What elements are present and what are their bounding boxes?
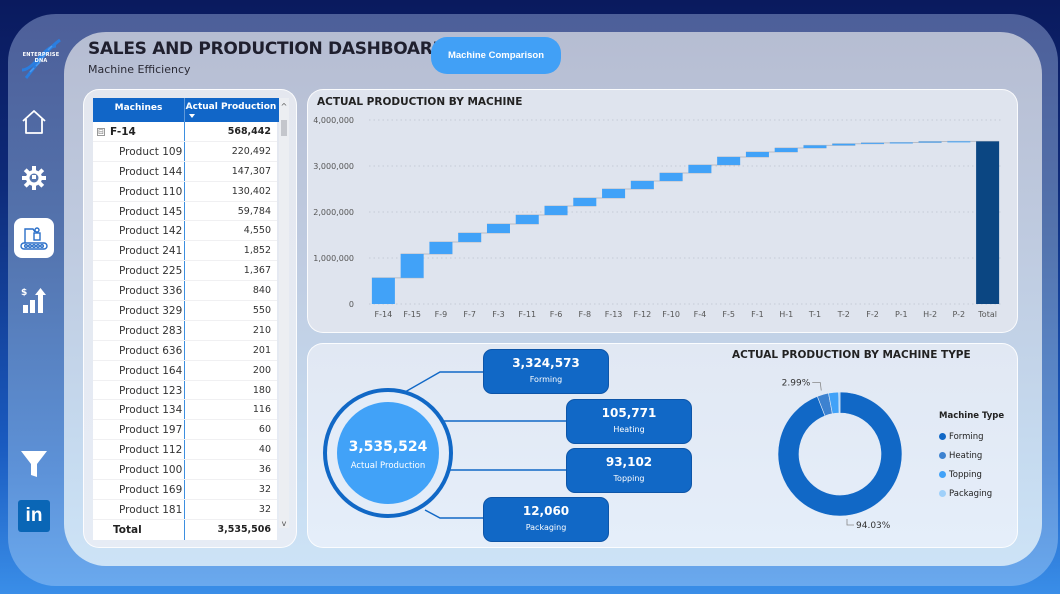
donut-percent-label: 2.99% <box>782 379 811 389</box>
donut-slice-packaging[interactable] <box>838 391 841 414</box>
donut-chart: 94.03% 2.99% <box>777 379 903 531</box>
kpi-heating-value: 105,771 <box>601 406 657 420</box>
legend-item-topping[interactable]: Topping <box>939 465 1004 484</box>
legend-title: Machine Type <box>939 411 1005 421</box>
donut-leader-line <box>846 519 854 526</box>
legend-item-forming[interactable]: Forming <box>939 427 1004 446</box>
legend-label: Packaging <box>949 488 993 499</box>
kpi-packaging: 12,060 Packaging <box>483 497 609 542</box>
kpi-value: 3,535,524 <box>348 439 428 455</box>
kpi-circle-inner: 3,535,524 Actual Production <box>337 402 439 504</box>
legend-dot <box>939 452 946 459</box>
kpi-topping-value: 93,102 <box>605 455 653 469</box>
legend-label: Topping <box>949 469 982 480</box>
legend-item-heating[interactable]: Heating <box>939 446 1004 465</box>
legend-dot <box>939 471 946 478</box>
kpi-forming-value: 3,324,573 <box>512 356 580 370</box>
legend-dot <box>939 490 946 497</box>
legend-label: Forming <box>949 431 984 442</box>
connector-forming <box>404 371 485 393</box>
kpi-heating: 105,771 Heating <box>566 399 692 444</box>
donut-percent-label: 94.03% <box>856 521 891 531</box>
kpi-topping: 93,102 Topping <box>566 448 692 493</box>
legend-item-packaging[interactable]: Packaging <box>939 484 1004 503</box>
connector-packaging <box>424 509 485 519</box>
kpi-forming: 3,324,573 Forming <box>483 349 609 394</box>
donut-legend: Machine Type Forming Heating Topping Packag… <box>939 411 1004 503</box>
legend-dot <box>939 433 946 440</box>
kpi-packaging-label: Packaging <box>525 523 567 532</box>
kpi-label: Actual Production <box>350 461 426 471</box>
kpi-packaging-value: 12,060 <box>522 504 570 518</box>
kpi-forming-label: Forming <box>529 375 563 384</box>
actual-production-kpi: 3,535,524 Actual Production <box>323 388 453 518</box>
legend-label: Heating <box>949 450 983 461</box>
kpi-heating-label: Heating <box>613 425 645 434</box>
donut-leader-line <box>812 382 822 391</box>
donut-chart-title: ACTUAL PRODUCTION BY MACHINE TYPE <box>732 349 971 361</box>
kpi-topping-label: Topping <box>613 474 645 483</box>
